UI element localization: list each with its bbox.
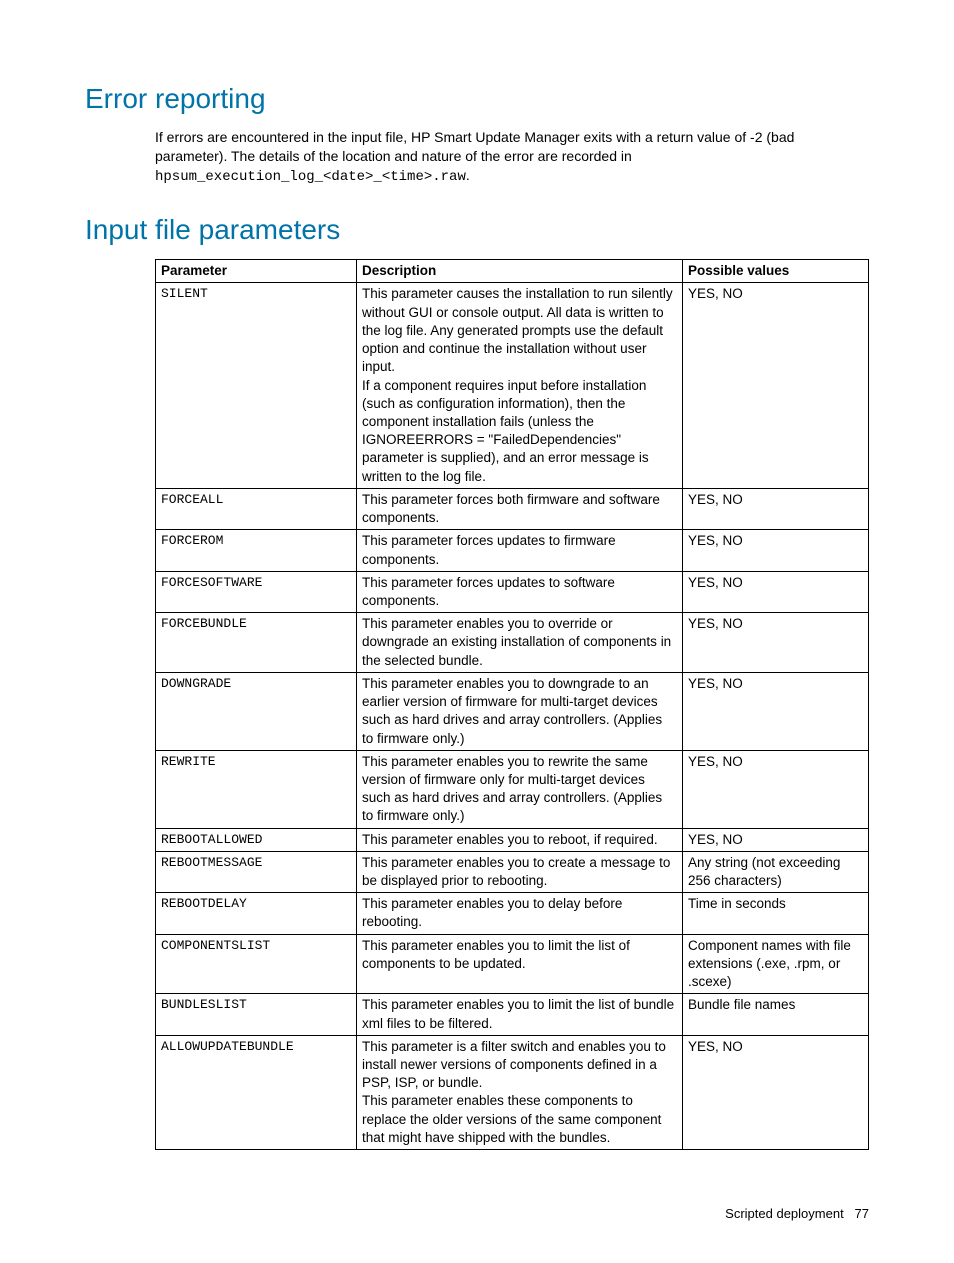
description-text: This parameter enables you to limit the … (362, 996, 677, 1032)
cell-possible-values: Component names with file extensions (.e… (683, 934, 869, 994)
description-text: If a component requires input before ins… (362, 377, 677, 486)
cell-possible-values: YES, NO (683, 613, 869, 673)
cell-possible-values: YES, NO (683, 283, 869, 488)
cell-possible-values: Any string (not exceeding 256 characters… (683, 851, 869, 892)
table-row: FORCEBUNDLEThis parameter enables you to… (156, 613, 869, 673)
error-reporting-text-pre: If errors are encountered in the input f… (155, 129, 794, 164)
cell-description: This parameter enables you to delay befo… (357, 893, 683, 934)
cell-parameter: BUNDLESLIST (156, 994, 357, 1035)
table-row: FORCESOFTWAREThis parameter forces updat… (156, 571, 869, 612)
table-row: SILENTThis parameter causes the installa… (156, 283, 869, 488)
header-parameter: Parameter (156, 260, 357, 283)
description-text: This parameter enables you to delay befo… (362, 895, 677, 931)
description-text: This parameter enables you to create a m… (362, 854, 677, 890)
cell-description: This parameter forces both firmware and … (357, 488, 683, 529)
header-possible-values: Possible values (683, 260, 869, 283)
cell-parameter: FORCEROM (156, 530, 357, 571)
error-reporting-code: hpsum_execution_log_<date>_<time>.raw (155, 169, 466, 185)
description-text: This parameter is a filter switch and en… (362, 1038, 677, 1093)
cell-description: This parameter enables you to create a m… (357, 851, 683, 892)
description-text: This parameter enables you to rewrite th… (362, 753, 677, 826)
cell-parameter: FORCEBUNDLE (156, 613, 357, 673)
description-text: This parameter forces updates to softwar… (362, 574, 677, 610)
table-row: ALLOWUPDATEBUNDLEThis parameter is a fil… (156, 1035, 869, 1149)
cell-possible-values: Time in seconds (683, 893, 869, 934)
cell-parameter: SILENT (156, 283, 357, 488)
table-row: REBOOTDELAYThis parameter enables you to… (156, 893, 869, 934)
cell-description: This parameter enables you to override o… (357, 613, 683, 673)
table-header-row: Parameter Description Possible values (156, 260, 869, 283)
header-description: Description (357, 260, 683, 283)
cell-description: This parameter enables you to rewrite th… (357, 750, 683, 828)
table-row: FORCEROMThis parameter forces updates to… (156, 530, 869, 571)
cell-description: This parameter causes the installation t… (357, 283, 683, 488)
cell-possible-values: YES, NO (683, 750, 869, 828)
description-text: This parameter forces both firmware and … (362, 491, 677, 527)
cell-possible-values: YES, NO (683, 488, 869, 529)
cell-description: This parameter enables you to reboot, if… (357, 828, 683, 851)
cell-possible-values: YES, NO (683, 672, 869, 750)
cell-description: This parameter enables you to limit the … (357, 934, 683, 994)
cell-possible-values: YES, NO (683, 1035, 869, 1149)
error-reporting-body: If errors are encountered in the input f… (155, 128, 869, 187)
cell-description: This parameter enables you to limit the … (357, 994, 683, 1035)
input-file-parameters-heading: Input file parameters (85, 211, 869, 249)
footer-page-number: 77 (855, 1206, 869, 1221)
table-row: REBOOTALLOWED This parameter enables you … (156, 828, 869, 851)
table-row: BUNDLESLISTThis parameter enables you to… (156, 994, 869, 1035)
cell-parameter: COMPONENTSLIST (156, 934, 357, 994)
description-text: This parameter forces updates to firmwar… (362, 532, 677, 568)
cell-parameter: REWRITE (156, 750, 357, 828)
cell-description: This parameter forces updates to firmwar… (357, 530, 683, 571)
table-row: REWRITEThis parameter enables you to rew… (156, 750, 869, 828)
cell-description: This parameter forces updates to softwar… (357, 571, 683, 612)
cell-possible-values: YES, NO (683, 530, 869, 571)
description-text: This parameter enables you to limit the … (362, 937, 677, 973)
cell-possible-values: YES, NO (683, 828, 869, 851)
cell-possible-values: Bundle file names (683, 994, 869, 1035)
description-text: This parameter enables these components … (362, 1092, 677, 1147)
description-text: This parameter enables you to downgrade … (362, 675, 677, 748)
cell-description: This parameter is a filter switch and en… (357, 1035, 683, 1149)
description-text: This parameter causes the installation t… (362, 285, 677, 376)
table-row: COMPONENTSLISTThis parameter enables you… (156, 934, 869, 994)
error-reporting-heading: Error reporting (85, 80, 869, 118)
cell-parameter: REBOOTDELAY (156, 893, 357, 934)
description-text: This parameter enables you to override o… (362, 615, 677, 670)
description-text: This parameter enables you to reboot, if… (362, 831, 677, 849)
input-file-parameters-body: Parameter Description Possible values SI… (155, 259, 869, 1150)
cell-parameter: ALLOWUPDATEBUNDLE (156, 1035, 357, 1149)
cell-parameter: REBOOTALLOWED (156, 828, 357, 851)
parameters-table: Parameter Description Possible values SI… (155, 259, 869, 1150)
cell-parameter: REBOOTMESSAGE (156, 851, 357, 892)
cell-description: This parameter enables you to downgrade … (357, 672, 683, 750)
page-footer: Scripted deployment 77 (85, 1205, 869, 1223)
cell-parameter: FORCESOFTWARE (156, 571, 357, 612)
table-row: DOWNGRADEThis parameter enables you to d… (156, 672, 869, 750)
cell-parameter: FORCEALL (156, 488, 357, 529)
table-row: FORCEALLThis parameter forces both firmw… (156, 488, 869, 529)
footer-text: Scripted deployment (725, 1206, 844, 1221)
error-reporting-text-post: . (466, 167, 470, 183)
table-row: REBOOTMESSAGEThis parameter enables you … (156, 851, 869, 892)
cell-possible-values: YES, NO (683, 571, 869, 612)
cell-parameter: DOWNGRADE (156, 672, 357, 750)
